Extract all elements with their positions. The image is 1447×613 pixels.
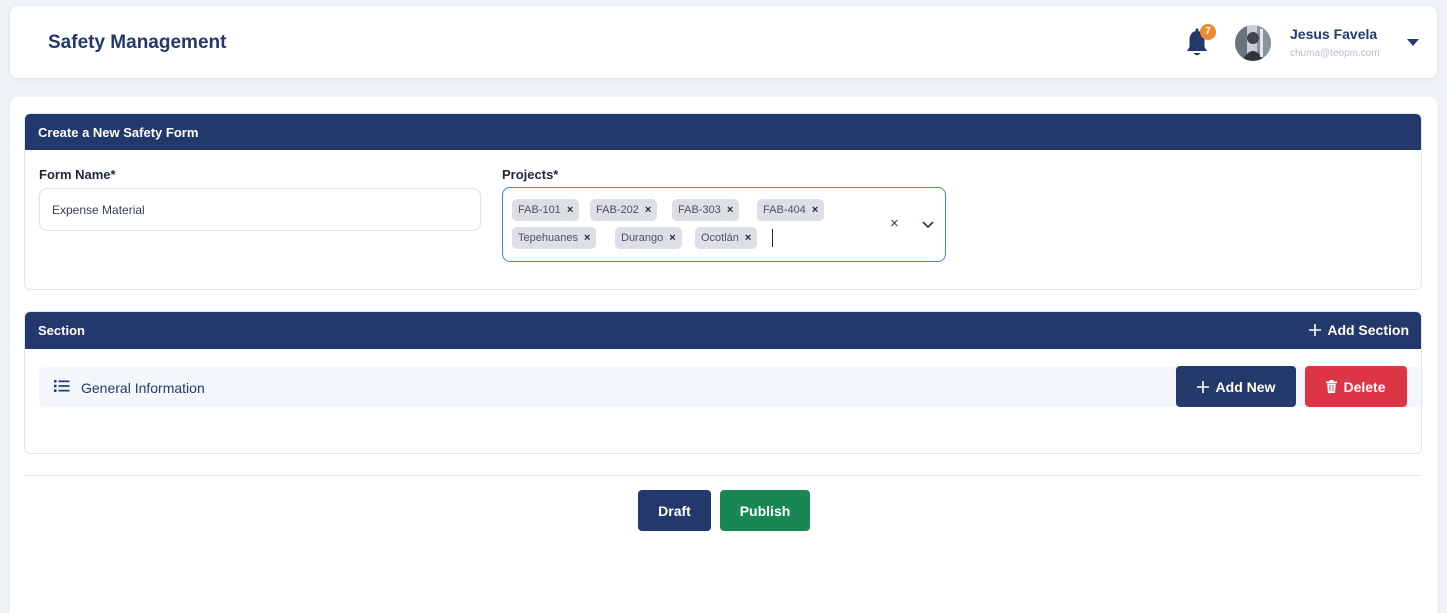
- chip-remove-icon[interactable]: ×: [812, 204, 818, 216]
- project-chip: FAB-303 ×: [672, 199, 740, 221]
- notification-count-badge: 7: [1200, 24, 1216, 40]
- form-name-value: Expense Material: [52, 202, 145, 217]
- draft-button[interactable]: Draft: [638, 490, 711, 531]
- projects-multiselect[interactable]: FAB-101 × FAB-202 × FAB-303 × FAB-404 × …: [502, 187, 946, 262]
- project-chip: FAB-404 ×: [757, 199, 825, 221]
- footer-divider: [24, 475, 1422, 476]
- add-section-label: Add Section: [1327, 322, 1409, 338]
- chip-label: FAB-101: [518, 204, 561, 216]
- form-name-input[interactable]: Expense Material: [39, 188, 481, 231]
- trash-icon: [1326, 380, 1338, 393]
- add-new-button[interactable]: Add New: [1176, 366, 1296, 407]
- plus-icon: [1196, 380, 1209, 393]
- main-content: Create a New Safety Form Form Name* Expe…: [10, 97, 1437, 613]
- chip-label: Ocotlán: [701, 232, 739, 244]
- chip-remove-icon[interactable]: ×: [584, 232, 590, 244]
- chip-label: FAB-303: [678, 204, 721, 216]
- project-chip: Tepehuanes ×: [512, 227, 597, 249]
- draft-label: Draft: [658, 502, 691, 519]
- publish-label: Publish: [739, 502, 791, 519]
- chip-label: FAB-404: [763, 204, 806, 216]
- list-icon[interactable]: [54, 379, 70, 393]
- delete-button[interactable]: Delete: [1305, 366, 1407, 407]
- form-name-label: Form Name*: [39, 167, 116, 182]
- text-cursor: [772, 229, 773, 247]
- top-navbar: Safety Management 7 Jesus Favela chuma@t…: [10, 6, 1437, 78]
- project-chip: FAB-202 ×: [590, 199, 658, 221]
- project-chip: FAB-101 ×: [512, 199, 580, 221]
- publish-button[interactable]: Publish: [720, 490, 810, 531]
- add-new-label: Add New: [1215, 378, 1276, 395]
- chip-remove-icon[interactable]: ×: [727, 204, 733, 216]
- project-chip: Durango ×: [615, 227, 682, 249]
- chip-remove-icon[interactable]: ×: [645, 204, 651, 216]
- clear-selection-icon[interactable]: ×: [890, 215, 899, 232]
- user-avatar[interactable]: [1235, 25, 1271, 61]
- notification-bell-button[interactable]: 7: [1185, 24, 1216, 60]
- user-name: Jesus Favela: [1290, 26, 1378, 42]
- chip-label: FAB-202: [596, 204, 639, 216]
- chip-remove-icon[interactable]: ×: [567, 204, 573, 216]
- create-form-card: Create a New Safety Form Form Name* Expe…: [24, 113, 1422, 290]
- chip-remove-icon[interactable]: ×: [745, 232, 751, 244]
- chip-label: Durango: [621, 232, 664, 244]
- chevron-down-icon[interactable]: [922, 221, 934, 229]
- plus-icon: [1309, 324, 1322, 336]
- app-title: Safety Management: [48, 32, 227, 53]
- create-form-title: Create a New Safety Form: [38, 125, 199, 140]
- card-header: Create a New Safety Form: [25, 114, 1421, 150]
- add-section-button[interactable]: Add Section: [1309, 322, 1409, 338]
- chip-label: Tepehuanes: [518, 232, 578, 244]
- projects-label: Projects*: [502, 167, 559, 182]
- section-card: Section Add Section General Information: [24, 311, 1422, 454]
- project-chip: Ocotlán ×: [695, 227, 758, 249]
- section-item-title: General Information: [81, 380, 205, 396]
- section-title: Section: [38, 323, 85, 338]
- user-email: chuma@teopm.com: [1290, 48, 1380, 59]
- user-menu-caret-icon[interactable]: [1407, 39, 1419, 47]
- avatar-image: [1235, 25, 1271, 61]
- chip-remove-icon[interactable]: ×: [669, 232, 675, 244]
- section-card-header: Section Add Section: [25, 312, 1421, 349]
- delete-label: Delete: [1343, 378, 1386, 395]
